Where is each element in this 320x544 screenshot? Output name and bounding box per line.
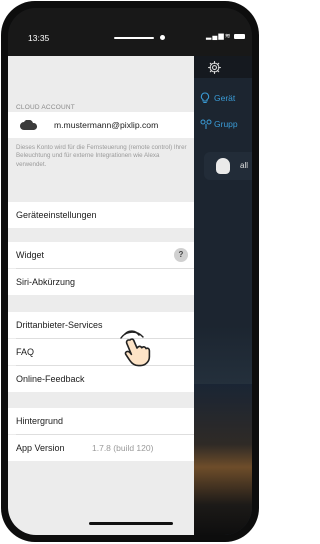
cloud-icon: [20, 120, 37, 130]
section-label-cloud: CLOUD ACCOUNT: [16, 104, 75, 111]
tile-label: all: [240, 161, 249, 170]
devices-label: Gerät: [214, 93, 236, 103]
feedback-label: Online-Feedback: [16, 374, 85, 384]
phone-frame: 13:35 ▂▄▆≋ Gerät Grupp all CLOUD ACCOUNT…: [1, 1, 259, 542]
background-photo: [194, 384, 252, 535]
signal-icon: ▂▄▆: [206, 33, 225, 40]
account-description: Dieses Konto wird für die Fernsteuerung …: [16, 144, 187, 168]
group-tile-all[interactable]: all: [204, 152, 252, 180]
background-label: Hintergrund: [16, 416, 64, 426]
device-settings-label: Geräteeinstellungen: [16, 210, 97, 220]
bulb-icon: [216, 158, 230, 174]
groups-icon: [200, 119, 212, 129]
menu-background[interactable]: Hintergrund: [8, 408, 194, 434]
app-toolbar: [194, 56, 252, 78]
app-version-value: 1.7.8 (build 120): [92, 443, 154, 453]
third-party-label: Drittanbieter-Services: [16, 320, 103, 330]
system-icons: ▂▄▆≋: [206, 32, 245, 40]
menu-siri-shortcut[interactable]: Siri-Abkürzung: [8, 269, 194, 295]
status-time: 13:35: [28, 33, 50, 43]
screen: 13:35 ▂▄▆≋ Gerät Grupp all CLOUD ACCOUNT…: [8, 8, 252, 535]
battery-icon: [233, 33, 245, 39]
wifi-icon: ≋: [224, 33, 232, 40]
menu-device-settings[interactable]: Geräteeinstellungen: [8, 202, 194, 228]
menu-online-feedback[interactable]: Online-Feedback: [8, 366, 194, 392]
settings-menu: CLOUD ACCOUNT m.mustermann@pixlip.com Di…: [8, 56, 194, 535]
background-sky: [194, 326, 252, 386]
bulb-outline-icon: [200, 92, 210, 104]
help-icon[interactable]: ?: [174, 248, 188, 262]
camera-dot: [160, 35, 165, 40]
tap-hand-icon: [120, 330, 151, 367]
faq-label: FAQ: [16, 347, 35, 357]
home-indicator[interactable]: [89, 522, 173, 525]
tab-devices[interactable]: Gerät: [194, 86, 252, 110]
main-app-panel[interactable]: Gerät Grupp all: [194, 56, 252, 535]
status-bar: 13:35 ▂▄▆≋: [8, 8, 252, 56]
app-version-label: App Version: [16, 443, 65, 453]
groups-label: Grupp: [214, 119, 238, 129]
menu-faq[interactable]: FAQ: [8, 339, 194, 365]
menu-app-version: App Version 1.7.8 (build 120): [8, 435, 194, 461]
notch-line: [114, 37, 154, 39]
account-email: m.mustermann@pixlip.com: [54, 120, 159, 130]
menu-widget[interactable]: Widget ?: [8, 242, 194, 268]
cloud-account-row[interactable]: m.mustermann@pixlip.com: [8, 112, 194, 138]
widget-label: Widget: [16, 250, 45, 260]
tab-groups[interactable]: Grupp: [194, 112, 252, 136]
menu-third-party-services[interactable]: Drittanbieter-Services: [8, 312, 194, 338]
siri-shortcut-label: Siri-Abkürzung: [16, 277, 76, 287]
gear-icon[interactable]: [207, 60, 222, 75]
